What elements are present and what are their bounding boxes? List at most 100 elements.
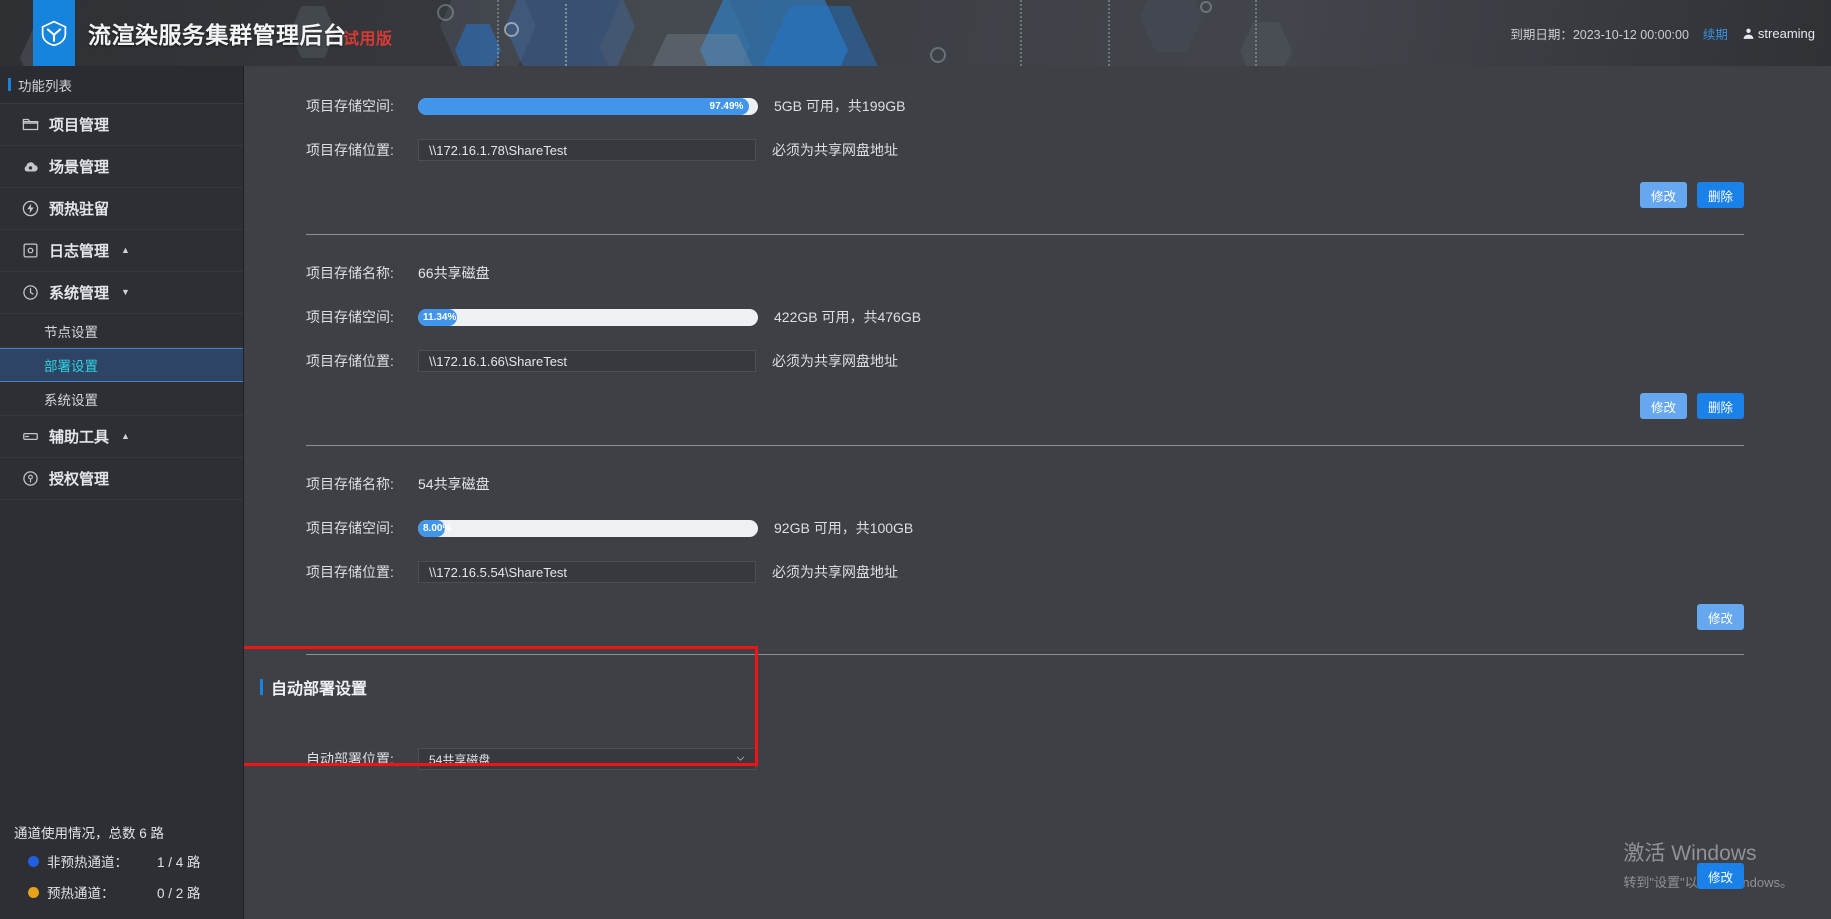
sidebar-item-label: 项目管理 xyxy=(49,117,110,134)
sidebar-item-label: 系统管理 xyxy=(49,285,110,302)
app-root: 流渲染服务集群管理后台 试用版 到期日期：2023-10-12 00:00:00… xyxy=(0,0,1831,919)
storage-path-input[interactable] xyxy=(418,139,756,161)
delete-button[interactable]: 删除 xyxy=(1696,182,1744,208)
modify-button[interactable]: 修改 xyxy=(1639,393,1687,419)
folder-icon xyxy=(22,118,39,131)
app-header: 流渲染服务集群管理后台 试用版 到期日期：2023-10-12 00:00:00… xyxy=(0,0,1831,66)
sidebar-item-auxiliary-tools[interactable]: 辅助工具 ▲ xyxy=(0,416,243,458)
channel-row-preheat: 预热通道： 0 / 2 路 xyxy=(12,882,232,902)
page-title: 流渲染服务集群管理后台 xyxy=(88,22,347,48)
channel-value: 0 / 2 路 xyxy=(157,886,201,901)
sidebar-item-label: 授权管理 xyxy=(49,471,110,488)
renew-link[interactable]: 续期 xyxy=(1703,24,1728,43)
modify-button[interactable]: 修改 xyxy=(1639,182,1687,208)
storage-path-hint: 必须为共享网盘地址 xyxy=(772,142,898,158)
channel-label: 非预热通道： xyxy=(47,855,128,870)
sidebar-item-log-management[interactable]: 日志管理 ▲ xyxy=(0,230,243,272)
status-dot-orange-icon xyxy=(28,886,39,898)
channel-usage-panel: 通道使用情况，总数 6 路 非预热通道： 1 / 4 路 预热通道： 0 / 2… xyxy=(0,822,244,913)
storage-path-hint: 必须为共享网盘地址 xyxy=(772,564,898,580)
key-circle-icon xyxy=(23,471,38,486)
gear-circle-icon xyxy=(23,285,38,300)
channel-usage-title: 通道使用情况，总数 6 路 xyxy=(14,826,165,841)
sidebar-title: 功能列表 xyxy=(0,66,243,104)
bolt-icon xyxy=(22,200,39,217)
storage-space-row: 项目存储空间: 8.00% 92GB 可用，共100GB xyxy=(244,506,1831,550)
storage-path-label: 项目存储位置: xyxy=(306,353,394,369)
status-dot-blue-icon xyxy=(28,855,39,867)
expire-date-label: 到期日期：2023-10-12 00:00:00 xyxy=(1510,28,1689,42)
log-icon xyxy=(23,243,38,258)
main-content: 项目存储空间: 97.49% 5GB 可用，共199GB 项目存储位置: 必须为… xyxy=(244,66,1831,919)
storage-actions-row: 修改 删除 xyxy=(244,172,1831,218)
storage-path-label: 项目存储位置: xyxy=(306,564,394,580)
storage-space-label: 项目存储空间: xyxy=(306,520,394,536)
storage-name-value: 66共享磁盘 xyxy=(418,265,490,281)
auto-deploy-selected-value: 54共享磁盘 xyxy=(429,752,491,767)
storage-usage-fill: 11.34% xyxy=(418,308,457,326)
sidebar-subitem-label: 节点设置 xyxy=(44,324,98,340)
sidebar-subitem-system-settings[interactable]: 系统设置 xyxy=(0,382,243,416)
storage-usage-bar: 8.00% xyxy=(418,519,758,537)
auto-deploy-location-row: 自动部署位置: 54共享磁盘 xyxy=(244,737,1831,781)
sidebar-item-label: 预热驻留 xyxy=(49,201,110,218)
chevron-down-icon xyxy=(736,756,745,761)
shield-logo-icon xyxy=(41,20,67,47)
tools-icon xyxy=(23,433,38,440)
storage-usage-bar: 11.34% xyxy=(418,308,758,326)
deploy-settings-panel: 项目存储空间: 97.49% 5GB 可用，共199GB 项目存储位置: 必须为… xyxy=(244,66,1831,781)
storage-name-label: 项目存储名称: xyxy=(306,476,394,492)
storage-usage-percent: 8.00% xyxy=(423,522,452,534)
sidebar-subitem-label: 部署设置 xyxy=(44,359,98,374)
chevron-down-icon: ▼ xyxy=(121,287,130,297)
storage-actions-row: 修改 xyxy=(244,594,1831,640)
sidebar-subitem-node-settings[interactable]: 节点设置 xyxy=(0,314,243,348)
sidebar-subitem-deploy-settings[interactable]: 部署设置 xyxy=(0,348,243,382)
storage-space-row: 项目存储空间: 11.34% 422GB 可用，共476GB xyxy=(244,295,1831,339)
chevron-up-icon: ▲ xyxy=(121,245,130,255)
sidebar-item-label: 场景管理 xyxy=(49,159,110,176)
sidebar-item-project-management[interactable]: 项目管理 xyxy=(0,104,243,146)
storage-path-input[interactable] xyxy=(418,561,756,583)
storage-usage-fill: 8.00% xyxy=(418,519,451,537)
delete-button[interactable]: 删除 xyxy=(1696,393,1744,419)
trial-badge: 试用版 xyxy=(343,31,393,48)
storage-name-row: 项目存储名称: 66共享磁盘 xyxy=(244,251,1831,295)
storage-usage-fill: 97.49% xyxy=(418,97,750,115)
storage-capacity-note: 92GB 可用，共100GB xyxy=(774,520,914,536)
app-logo xyxy=(33,0,75,66)
auto-deploy-modify-button[interactable]: 修改 xyxy=(1696,863,1744,889)
auto-deploy-section: 自动部署设置 自动部署位置: 54共享磁盘 xyxy=(244,655,1831,781)
auto-deploy-location-label: 自动部署位置: xyxy=(306,751,394,767)
storage-capacity-note: 5GB 可用，共199GB xyxy=(774,98,906,114)
sidebar-item-authorization-management[interactable]: 授权管理 xyxy=(0,458,243,500)
auto-deploy-actions-row: 修改 xyxy=(1696,863,1744,889)
storage-actions-row: 修改 删除 xyxy=(244,383,1831,429)
cloud-icon xyxy=(24,162,38,172)
storage-space-row: 项目存储空间: 97.49% 5GB 可用，共199GB xyxy=(244,84,1831,128)
storage-path-row: 项目存储位置: 必须为共享网盘地址 xyxy=(244,128,1831,172)
storage-path-input[interactable] xyxy=(418,350,756,372)
sidebar-item-system-management[interactable]: 系统管理 ▼ xyxy=(0,272,243,314)
auto-deploy-title: 自动部署设置 xyxy=(244,675,1831,699)
sidebar-subitem-label: 系统设置 xyxy=(44,392,98,408)
auto-deploy-location-select[interactable]: 54共享磁盘 xyxy=(418,748,756,770)
storage-usage-percent: 11.34% xyxy=(423,311,457,323)
storage-space-label: 项目存储空间: xyxy=(306,98,394,114)
sidebar: 功能列表 项目管理 场景管理 预热驻留 日志管理 ▲ 系统管理 ▼ 节点设置 部… xyxy=(0,66,244,919)
storage-name-label: 项目存储名称: xyxy=(306,265,394,281)
sidebar-item-label: 辅助工具 xyxy=(49,429,110,446)
storage-name-row: 项目存储名称: 54共享磁盘 xyxy=(244,462,1831,506)
sidebar-item-preheat-residency[interactable]: 预热驻留 xyxy=(0,188,243,230)
storage-path-row: 项目存储位置: 必须为共享网盘地址 xyxy=(244,339,1831,383)
storage-path-hint: 必须为共享网盘地址 xyxy=(772,353,898,369)
modify-button[interactable]: 修改 xyxy=(1696,604,1744,630)
chevron-up-icon: ▲ xyxy=(121,431,130,441)
sidebar-item-scene-management[interactable]: 场景管理 xyxy=(0,146,243,188)
storage-path-label: 项目存储位置: xyxy=(306,142,394,158)
user-account[interactable]: streaming xyxy=(1742,26,1815,41)
storage-usage-bar: 97.49% xyxy=(418,97,758,115)
storage-usage-percent: 97.49% xyxy=(709,100,744,112)
channel-value: 1 / 4 路 xyxy=(157,855,201,870)
sidebar-item-label: 日志管理 xyxy=(49,243,110,260)
